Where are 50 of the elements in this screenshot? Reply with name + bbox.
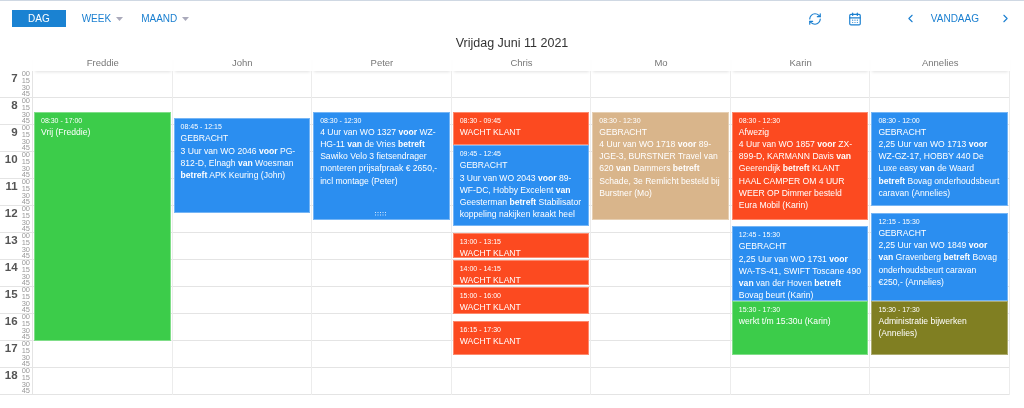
event-description: 3 Uur van WO 2043 voor 89-WF-DC, Hobby Excelent van Geesterman betreft Stabilisator koppeling nakijken kraakt heel [459, 171, 583, 221]
hour-label: 16 [4, 314, 18, 329]
resize-handle-icon[interactable] [375, 211, 388, 216]
event-title: WACHT KLANT [459, 334, 522, 348]
event-title: GEBRACHT [599, 125, 649, 138]
event-title: WACHT KLANT [459, 247, 522, 257]
hour-label: 14 [4, 260, 18, 275]
event-description: 2,25 Uur van WO 1849 voor van Gravenberg betreft Bovag onderhoudsbeurt caravan €250,- (Annelies) [878, 239, 998, 289]
event-title: GEBRACHT [878, 125, 928, 138]
column-header: Karin [730, 55, 871, 71]
hour-label: 10 [4, 152, 18, 167]
column-header: Peter [312, 55, 452, 71]
refresh-icon[interactable] [807, 11, 822, 26]
date-title: Vrijdag Juni 11 2021 [454, 35, 570, 52]
hour-label: 18 [4, 368, 18, 383]
column-header: Freddie [33, 55, 173, 71]
hour-label: 7 [11, 71, 18, 86]
event-title: Administratie bijwerken (Annelies) [878, 314, 968, 340]
event-title: WACHT KLANT [459, 125, 522, 138]
hour-label: 15 [4, 287, 18, 302]
hour-label: 9 [11, 125, 18, 140]
event-description: 4 Uur van WO 1857 voor ZX-899-D, KARMANN Davis van Geerendijk betreft KLANT HAAL CAMPER OM 4 UUR WEER OP Dimmer besteld Eura Mobil (Karin) [738, 137, 854, 212]
view-tab[interactable]: WEEK [79, 10, 126, 27]
event-title: WACHT KLANT [459, 274, 522, 284]
hour-label: 17 [4, 341, 18, 356]
event-description: 2,25 Uur van WO 1731 voor WA-TS-41, SWIFT Toscane 490 van van der Hoven betreft Bovag beurt (Karin) [738, 252, 862, 300]
column-header: Mo [591, 55, 731, 71]
hour-label: 13 [4, 233, 18, 248]
event-title: GEBRACHT [738, 240, 788, 253]
hour-label: 8 [11, 98, 18, 113]
event-title: werkt t/m 15:30u (Karin) [738, 314, 832, 327]
event-description: 2,25 Uur van WO 1713 voor WZ-GZ-17, HOBBY 440 De Luxe easy van de Waard betreft Bovag onderhoudsbeurt caravan (Annelies) [878, 137, 1001, 200]
column-header: John [172, 55, 313, 71]
event-description: 4 Uur van WO 1327 voor WZ-HG-11 van de Vries betreft Sawiko Velo 3 fietsendrager monteren prijsafpraak € 2650,- incl montage (Peter) [320, 125, 439, 187]
event-title: GEBRACHT [459, 159, 509, 172]
column-header: Chris [451, 55, 592, 71]
event-description: 4 Uur van WO 1718 voor 89-JGE-3, BURSTNER Travel van 620 van Dammers betreft Schade, 3e Remlicht besteld bij Burstner (Mo) [599, 137, 721, 200]
hour-label: 12 [4, 206, 18, 221]
event-title: Vrij (Freddie) [41, 125, 92, 138]
today-button[interactable]: VANDAAG [930, 13, 979, 24]
event-title: WACHT KLANT [459, 301, 522, 313]
view-tab[interactable]: DAG [12, 10, 66, 27]
event-title: Afwezig [738, 125, 770, 138]
calendar-icon[interactable] [847, 11, 862, 26]
event-title: GEBRACHT [878, 226, 928, 240]
view-tab[interactable]: MAAND [139, 10, 192, 27]
hour-label: 11 [5, 179, 18, 194]
event-title: GEBRACHT [180, 132, 230, 145]
event-description: 3 Uur van WO 2046 voor PG-812-D, Elnagh van Woesman betreft APK Keuring (John) [180, 144, 297, 182]
column-header: Annelies [870, 55, 1010, 71]
